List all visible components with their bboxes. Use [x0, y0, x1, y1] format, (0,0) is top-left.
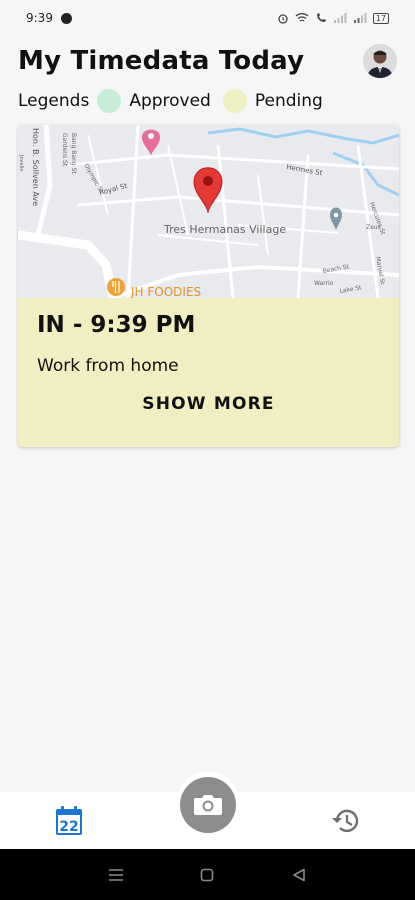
legends-row: Legends Approved Pending: [18, 86, 323, 116]
system-home-button[interactable]: [196, 864, 218, 886]
system-navigation-bar: [0, 849, 415, 900]
pending-legend-dot: [222, 89, 247, 113]
back-triangle-icon: [293, 868, 305, 881]
camera-button[interactable]: [180, 777, 236, 833]
street-label-warrio: Warrio: [314, 280, 334, 287]
messenger-icon: [60, 12, 72, 24]
alarm-icon: [278, 14, 288, 24]
status-time: 9:39: [26, 11, 53, 25]
street-label-zeus: Zeus: [366, 224, 381, 231]
calendar-icon: 22: [56, 806, 82, 835]
location-map[interactable]: Hon. B. Sollven Ave Gardens St Bang Bang…: [18, 125, 399, 298]
restaurant-pin-icon: [107, 278, 125, 296]
calendar-day-number: 22: [59, 819, 78, 835]
camera-icon: [194, 795, 222, 815]
status-bar: 9:39 17: [0, 0, 415, 36]
street-label-jovelle: Jovelle: [18, 154, 24, 171]
page-title: My Timedata Today: [18, 46, 305, 76]
entry-note: Work from home: [37, 356, 179, 376]
profile-photo-icon: [363, 44, 397, 78]
entry-details: IN - 9:39 PM Work from home SHOW MORE: [18, 298, 399, 447]
approved-legend-label: Approved: [129, 91, 211, 111]
street-label-gardens: Gardens St: [61, 133, 68, 167]
nav-calendar-button[interactable]: 22: [56, 806, 82, 835]
menu-icon: [108, 868, 123, 881]
battery-icon: 17: [372, 12, 389, 24]
wifi-icon: [295, 13, 309, 22]
system-back-button[interactable]: [288, 864, 310, 886]
home-square-icon: [201, 868, 214, 881]
time-entry-card[interactable]: Hon. B. Sollven Ave Gardens St Bang Bang…: [18, 125, 399, 447]
avatar[interactable]: [363, 44, 397, 78]
signal-icon-2: [353, 13, 367, 23]
system-menu-button[interactable]: [105, 864, 127, 886]
street-label-hon-sollven: Hon. B. Sollven Ave: [31, 128, 40, 206]
history-icon: [332, 809, 359, 833]
signal-icon-1: [333, 13, 347, 23]
entry-time-title: IN - 9:39 PM: [37, 312, 196, 338]
legends-label: Legends: [18, 91, 90, 111]
status-left: 9:39: [26, 11, 72, 25]
street-label-bang-bang: Bang Bang St: [70, 133, 77, 174]
show-more-button[interactable]: SHOW MORE: [18, 394, 399, 414]
status-icons: 17: [277, 12, 389, 24]
restaurant-label: JH FOODIES: [130, 285, 201, 298]
call-icon: [316, 13, 326, 22]
app-header: My Timedata Today: [0, 36, 415, 86]
nav-history-button[interactable]: [331, 807, 361, 835]
pending-legend-label: Pending: [254, 91, 323, 111]
approved-legend-dot: [97, 89, 122, 113]
village-label: Tres Hermanas Village: [163, 223, 286, 236]
